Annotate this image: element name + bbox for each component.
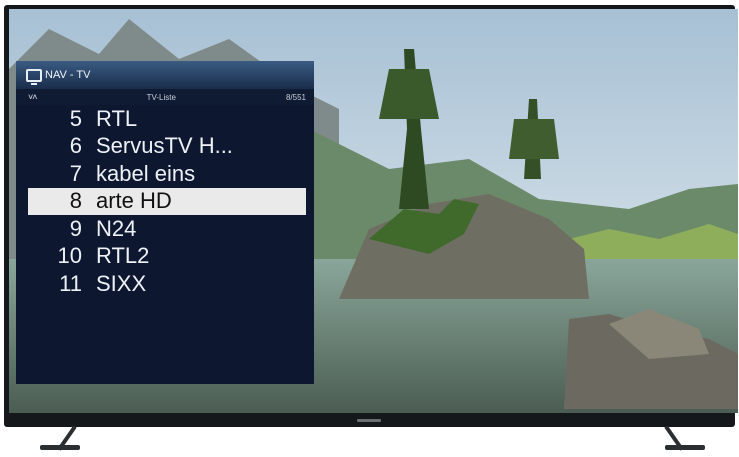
channel-name: RTL2 [96, 243, 150, 269]
channel-row[interactable]: 6 ServusTV H... [16, 133, 314, 161]
channel-name: ServusTV H... [96, 133, 233, 159]
tv-foot-right [665, 445, 705, 450]
channel-row[interactable]: 10 RTL2 [16, 243, 314, 271]
channel-name: RTL [96, 105, 138, 131]
list-position: 8/551 [285, 92, 306, 102]
osd-subheader: ˅˄ TV-Liste 8/551 [16, 89, 314, 105]
osd-title: NAV - TV [45, 69, 91, 81]
tv-icon [26, 68, 42, 85]
channel-number: 6 [69, 133, 82, 159]
channel-number: 8 [69, 188, 82, 214]
channel-row-selected[interactable]: 8 arte HD [28, 187, 306, 215]
osd-header: NAV - TV [16, 61, 314, 89]
channel-list: 5 RTL 6 ServusTV H... 7 kabel eins 8 art… [16, 105, 314, 298]
channel-list-osd: NAV - TV ˅˄ TV-Liste 8/551 5 RTL 6 Servu… [16, 61, 314, 384]
channel-number: 10 [57, 243, 82, 269]
channel-row[interactable]: 7 kabel eins [16, 160, 314, 188]
channel-number: 9 [69, 215, 82, 241]
channel-number: 11 [59, 270, 82, 296]
channel-row[interactable]: 5 RTL [16, 105, 314, 133]
channel-name: arte HD [96, 188, 172, 214]
list-name: TV-Liste [146, 92, 176, 102]
chevron-up-down-icon[interactable]: ˅˄ [28, 92, 37, 102]
channel-number: 5 [69, 105, 82, 131]
channel-row[interactable]: 11 SIXX [16, 270, 314, 298]
tv-brand-plate [357, 419, 381, 422]
channel-name: kabel eins [96, 160, 196, 186]
channel-number: 7 [69, 160, 82, 186]
tv-foot-left [40, 445, 80, 450]
channel-name: N24 [96, 215, 137, 241]
channel-row[interactable]: 9 N24 [16, 215, 314, 243]
channel-name: SIXX [96, 270, 147, 296]
